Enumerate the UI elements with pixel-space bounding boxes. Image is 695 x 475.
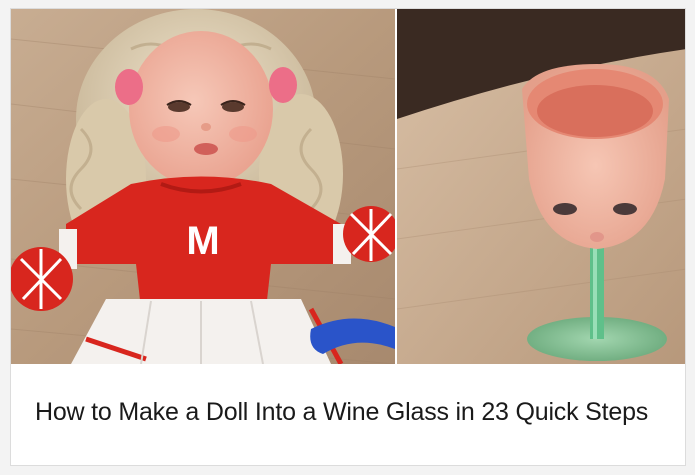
sweater-letter: M — [186, 219, 219, 263]
doll-photo: M — [11, 9, 395, 364]
article-title[interactable]: How to Make a Doll Into a Wine Glass in … — [35, 394, 655, 430]
article-image[interactable]: M — [11, 9, 685, 364]
article-card[interactable]: M How to Make a Doll Into a Wine Glass i… — [10, 8, 686, 466]
wine-glass-photo — [397, 9, 685, 364]
